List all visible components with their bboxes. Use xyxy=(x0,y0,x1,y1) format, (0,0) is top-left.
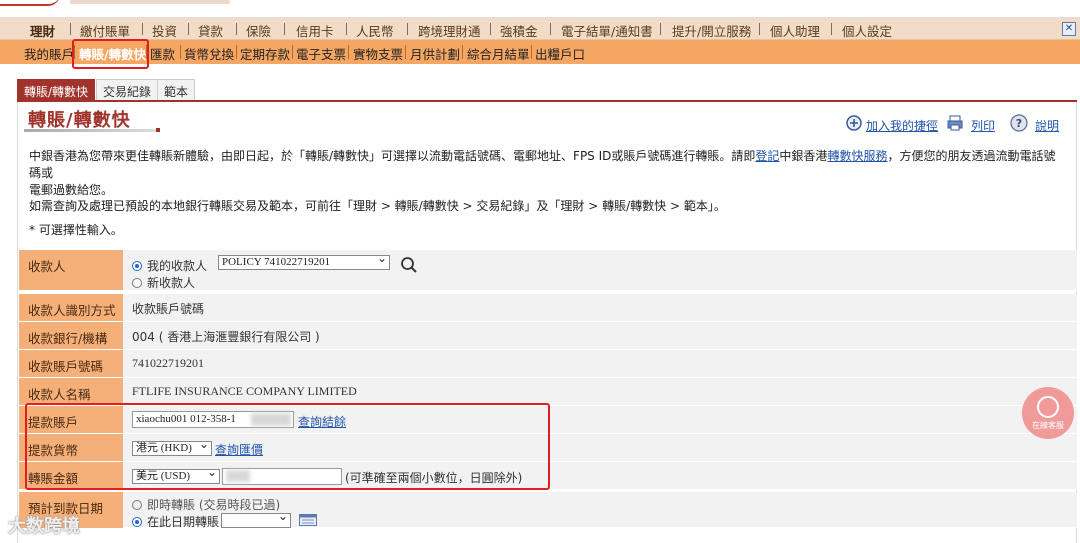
id-method-value: 收款賬戶號碼 xyxy=(132,302,205,316)
date-later-radio[interactable] xyxy=(132,517,142,527)
payee-row: 收款人 我的收款人 POLICY 741022719201 新收款人 xyxy=(19,250,1077,291)
help-link[interactable]: 說明 xyxy=(1035,117,1059,134)
highlight-box xyxy=(72,39,149,69)
top-strip xyxy=(0,0,1080,18)
main-nav-item-upgrade[interactable]: 提升/開立服務 xyxy=(672,21,751,40)
bank-name-graphic xyxy=(70,0,230,4)
info-paragraph: 如需查詢及處理已預設的本地銀行轉賬交易及範本，可前往「理財 > 轉賬/轉數快 >… xyxy=(29,199,726,213)
tab-transfer[interactable]: 轉賬/轉數快 xyxy=(17,79,96,100)
main-nav-item-credit-card[interactable]: 信用卡 xyxy=(296,21,334,40)
search-icon[interactable] xyxy=(400,256,418,274)
sub-nav-echeque[interactable]: 電子支票 xyxy=(296,44,346,63)
account-value: 741022719201 xyxy=(132,356,204,370)
highlight-box xyxy=(25,403,550,490)
main-nav: 理財 繳付賬單 投資 貸款 保險 信用卡 人民幣 跨境理財通 強積金 電子結單/… xyxy=(0,18,1080,44)
payee-name-value: FTLIFE INSURANCE COMPANY LIMITED xyxy=(132,384,357,398)
tab-templates[interactable]: 範本 xyxy=(157,79,196,100)
main-nav-item-rmb[interactable]: 人民幣 xyxy=(356,21,394,40)
payee-mine-label: 我的收款人 xyxy=(147,259,208,273)
svg-text:?: ? xyxy=(1016,117,1022,130)
fps-service-link[interactable]: 轉數快服務 xyxy=(827,149,887,163)
sub-nav: 我的賬戶 轉賬/轉數快 匯款 貨幣兌換 定期存款 電子支票 實物支票 月供計劃 … xyxy=(0,40,1080,64)
value-date-row: 預計到款日期 即時轉賬 (交易時段已過) 在此日期轉賬 xyxy=(19,492,1077,529)
main-nav-item-assistant[interactable]: 個人助理 xyxy=(770,21,820,40)
intro-paragraph: 中銀香港為您帶來更佳轉賬新體驗，由即日起，於「轉賬/轉數快」可選擇以流動電話號碼… xyxy=(29,149,1056,197)
payee-name-label: 收款人名稱 xyxy=(19,378,123,405)
payee-label: 收款人 xyxy=(19,250,123,290)
calendar-icon[interactable] xyxy=(299,514,317,526)
watermark: 大数跨境 xyxy=(8,516,80,537)
help-icon[interactable]: ? xyxy=(1010,114,1028,132)
sub-nav-fx[interactable]: 貨幣兌換 xyxy=(184,44,234,63)
account-label: 收款賬戶號碼 xyxy=(19,350,123,377)
main-nav-item-settings[interactable]: 個人設定 xyxy=(842,21,892,40)
tab-history[interactable]: 交易紀錄 xyxy=(96,79,159,100)
bank-logo xyxy=(0,0,60,6)
main-nav-item-loans[interactable]: 貸款 xyxy=(198,21,223,40)
close-icon[interactable]: ✕ xyxy=(1062,22,1076,36)
sub-nav-physical-cheque[interactable]: 實物支票 xyxy=(353,44,403,63)
id-method-row: 收款人識別方式 收款賬戶號碼 xyxy=(19,294,1077,322)
customer-service-button[interactable]: 在線客服 xyxy=(1022,387,1074,439)
date-later-label: 在此日期轉賬 xyxy=(147,515,220,529)
account-row: 收款賬戶號碼 741022719201 xyxy=(19,350,1077,378)
sub-nav-payroll[interactable]: 出糧戶口 xyxy=(535,44,585,63)
main-nav-item-wealth[interactable]: 理財 xyxy=(27,21,58,44)
main-nav-item-investment[interactable]: 投資 xyxy=(152,21,177,40)
payee-name-row: 收款人名稱 FTLIFE INSURANCE COMPANY LIMITED xyxy=(19,378,1077,406)
sub-nav-my-accounts[interactable]: 我的賬戶 xyxy=(24,44,74,63)
main-nav-item-estatement[interactable]: 電子結單/通知書 xyxy=(561,21,653,40)
main-nav-item-bills[interactable]: 繳付賬單 xyxy=(80,21,130,40)
date-now-label: 即時轉賬 (交易時段已過) xyxy=(147,498,281,512)
date-select[interactable] xyxy=(221,510,291,528)
bank-row: 收款銀行/機構 004 ( 香港上海滙豐銀行有限公司 ) xyxy=(19,322,1077,350)
headset-icon xyxy=(1037,396,1059,418)
register-link[interactable]: 登記 xyxy=(755,149,779,163)
bank-label: 收款銀行/機構 xyxy=(19,322,123,349)
add-shortcut-icon[interactable] xyxy=(845,114,863,132)
title-underline xyxy=(24,129,158,132)
sub-nav-remittance[interactable]: 匯款 xyxy=(150,44,175,63)
main-nav-item-mpf[interactable]: 強積金 xyxy=(500,21,538,40)
main-nav-item-insurance[interactable]: 保險 xyxy=(246,21,271,40)
print-icon[interactable] xyxy=(946,114,964,132)
add-shortcut-link[interactable]: 加入我的捷徑 xyxy=(866,117,938,134)
sub-nav-monthly-plan[interactable]: 月供計劃 xyxy=(410,44,460,63)
payee-mine-radio[interactable] xyxy=(132,261,142,271)
payee-new-radio[interactable] xyxy=(132,278,142,288)
print-link[interactable]: 列印 xyxy=(971,117,995,134)
id-method-label: 收款人識別方式 xyxy=(19,294,123,321)
payee-select[interactable]: POLICY 741022719201 xyxy=(218,252,390,270)
date-now-radio[interactable] xyxy=(132,500,142,510)
main-nav-item-wmc[interactable]: 跨境理財通 xyxy=(418,21,481,40)
payee-new-label: 新收款人 xyxy=(147,276,196,290)
optional-note: * 可選擇性輸入。 xyxy=(29,223,123,237)
sub-nav-statement[interactable]: 綜合月結單 xyxy=(467,44,530,63)
sub-nav-time-deposit[interactable]: 定期存款 xyxy=(240,44,290,63)
bank-value: 004 ( 香港上海滙豐銀行有限公司 ) xyxy=(132,330,320,344)
